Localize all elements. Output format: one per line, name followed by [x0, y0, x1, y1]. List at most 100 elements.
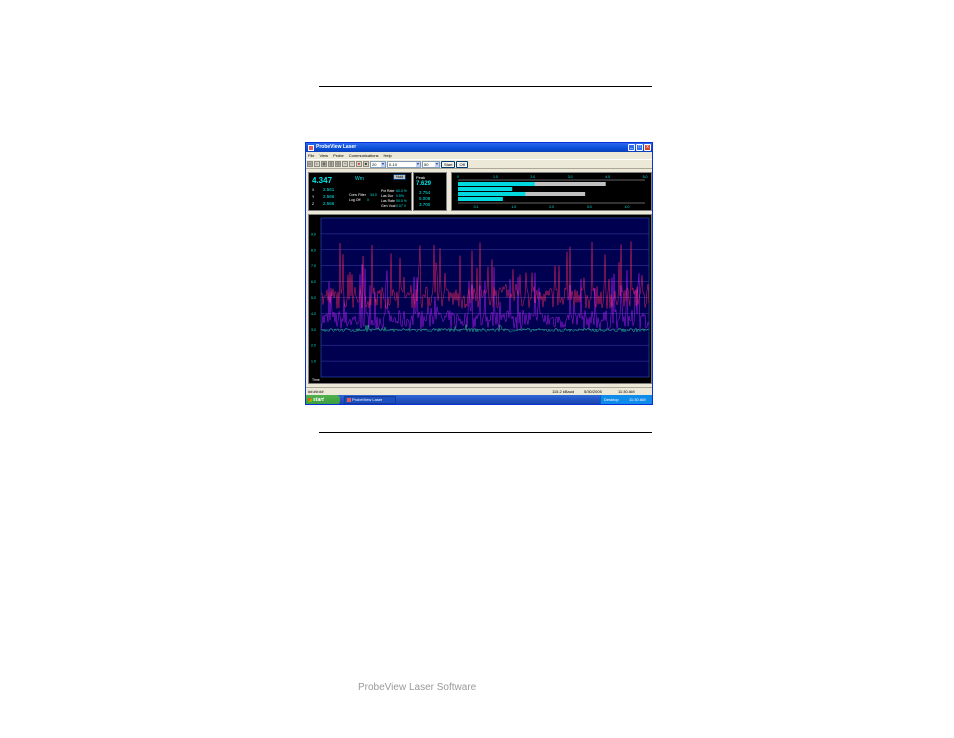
y-tick-label: 9.0	[311, 232, 316, 236]
print-icon[interactable]: ▦	[321, 161, 327, 167]
status-baud: 115.2 kBaud	[552, 389, 575, 394]
status-bar: ##:##:## 115.2 kBaud 5/30/2005 11:30 AM	[306, 387, 652, 395]
channel-z-label: Z	[312, 202, 315, 206]
taskbar: start ProbeView Laser Desktop 11:30 AM	[306, 395, 652, 404]
hold-button[interactable]: Hold	[393, 174, 407, 180]
conv-filter-value: 34.0	[370, 193, 377, 197]
peak-value-3: 3.700	[419, 202, 431, 207]
conv-filter-label: Conv Filter	[349, 193, 366, 197]
menu-bar: File View Probe Communications Help	[306, 152, 652, 159]
scale-label: 3.0	[568, 175, 573, 179]
table-icon[interactable]: ▥	[328, 161, 334, 167]
main-readout: 4.347	[312, 176, 333, 185]
menu-file[interactable]: File	[308, 152, 314, 159]
zoom-out-icon[interactable]: −	[349, 161, 355, 167]
off-button[interactable]: Off	[456, 160, 468, 168]
open-icon[interactable]: ▤	[307, 161, 313, 167]
bar-cyan	[458, 182, 535, 186]
chevron-down-icon: ▼	[381, 161, 385, 167]
status-time: 11:30 AM	[618, 389, 635, 394]
save-icon[interactable]: ▪	[314, 161, 320, 167]
zoom-in-icon[interactable]: +	[342, 161, 348, 167]
range-select[interactable]: 20 ▼	[370, 160, 386, 168]
y-tick-label: 3.0	[311, 328, 316, 332]
bar-cyan	[458, 197, 503, 201]
las-dur-label: Las Dur	[381, 194, 394, 198]
gen-vcal-value: 0.07 V	[396, 204, 407, 208]
y-tick-label: 1.0	[311, 360, 316, 364]
las-rate-label: Las Rate	[381, 199, 396, 203]
chevron-down-icon: ▼	[435, 161, 439, 167]
log-off-label: Log Off	[349, 198, 361, 202]
title-bar[interactable]: ProbeView Laser _ □ x	[306, 143, 652, 152]
las-rate-value: 50.0 %	[396, 199, 407, 203]
peak-value-2: 5.008	[419, 196, 431, 201]
close-button[interactable]: x	[644, 144, 651, 151]
scale-label: 5.0	[643, 175, 648, 179]
bar-cyan	[458, 192, 526, 196]
channel-z-value: 2.566	[323, 201, 335, 206]
window-title: ProbeView Laser	[316, 144, 357, 150]
chevron-down-icon: ▼	[416, 161, 420, 167]
system-tray: Desktop 11:30 AM	[600, 395, 652, 404]
start-button[interactable]: start	[306, 395, 340, 404]
bottom-scale-label: 1.0	[511, 205, 516, 209]
figure-caption: ProbeView Laser Software	[358, 682, 477, 693]
gen-vcal-label: Gen Vcal	[381, 204, 396, 208]
peak-panel: Peak 7.629 2.754 5.008 3.700	[413, 172, 447, 211]
taskbar-app-probeview[interactable]: ProbeView Laser	[344, 396, 396, 404]
menu-communications[interactable]: Communications	[349, 152, 379, 159]
record-icon[interactable]: ●	[356, 161, 362, 167]
channel-x-label: X	[312, 188, 315, 192]
menu-probe[interactable]: Probe	[333, 152, 344, 159]
signal-chart: 9.0 8.0 7.0 6.0 5.0 4.0 3.0 2.0 1.0 Time	[311, 217, 650, 382]
bottom-scale-label: 2.0	[549, 205, 554, 209]
bar-meter: 0 1.0 2.0 3.0 4.0 5.0 0.1 1.0 2.0 3.0 4.0	[457, 175, 648, 209]
pct-rate-value: 60.0 %	[396, 189, 407, 193]
unit-label: Wm	[355, 176, 364, 182]
probeview-window: ProbeView Laser _ □ x File View Probe Co…	[305, 142, 653, 405]
minimize-button[interactable]: _	[628, 144, 635, 151]
stop-icon[interactable]: ■	[363, 161, 369, 167]
las-dur-value: 0.5%	[396, 194, 404, 198]
bottom-rule	[319, 432, 652, 433]
x-axis-label: Time	[312, 378, 320, 382]
bottom-scale-label: 0.1	[474, 205, 479, 209]
bottom-scale-label: 3.0	[587, 205, 592, 209]
scale-label: 1.0	[493, 175, 498, 179]
bottom-scale-label: 4.0	[625, 205, 630, 209]
y-tick-label: 2.0	[311, 344, 316, 348]
app-icon	[308, 144, 314, 151]
menu-help[interactable]: Help	[384, 152, 392, 159]
peak-value-1: 2.754	[419, 190, 431, 195]
channel-x-value: 2.561	[323, 187, 335, 192]
start-button[interactable]: Start	[441, 160, 456, 168]
pct-rate-label: Pct Rate	[381, 189, 395, 193]
scale-label: 4.0	[605, 175, 610, 179]
channel-y-value: 2.566	[323, 194, 335, 199]
readout-panel: 4.347 Wm Hold X 2.561 Y 2.566 Z 2.566 Co…	[308, 172, 412, 211]
scale-label: 0	[457, 175, 459, 179]
tray-desktop-label[interactable]: Desktop	[604, 395, 619, 404]
rate-select[interactable]: 50 ▼	[422, 160, 440, 168]
status-date: 5/30/2005	[584, 389, 602, 394]
log-off-value: 0	[367, 198, 369, 202]
y-tick-label: 6.0	[311, 280, 316, 284]
y-tick-label: 7.0	[311, 264, 316, 268]
maximize-button[interactable]: □	[636, 144, 643, 151]
tray-clock: 11:30 AM	[629, 397, 646, 402]
chart-icon[interactable]: ▧	[335, 161, 341, 167]
y-tick-label: 5.0	[311, 296, 316, 300]
top-rule	[319, 86, 652, 87]
peak-title: Peak	[416, 175, 426, 180]
bar-meter-panel: 0 1.0 2.0 3.0 4.0 5.0 0.1 1.0 2.0 3.0 4.0	[451, 172, 652, 211]
y-tick-label: 8.0	[311, 248, 316, 252]
bar-cyan	[458, 187, 513, 191]
signal-plot: 9.0 8.0 7.0 6.0 5.0 4.0 3.0 2.0 1.0 Time	[308, 214, 652, 384]
menu-view[interactable]: View	[319, 152, 328, 159]
status-left: ##:##:##	[308, 389, 324, 394]
peak-main-value: 7.629	[416, 181, 432, 187]
y-tick-label: 4.0	[311, 312, 316, 316]
scale-select[interactable]: 0-10 ▼	[387, 160, 421, 168]
channel-y-label: Y	[312, 195, 315, 199]
